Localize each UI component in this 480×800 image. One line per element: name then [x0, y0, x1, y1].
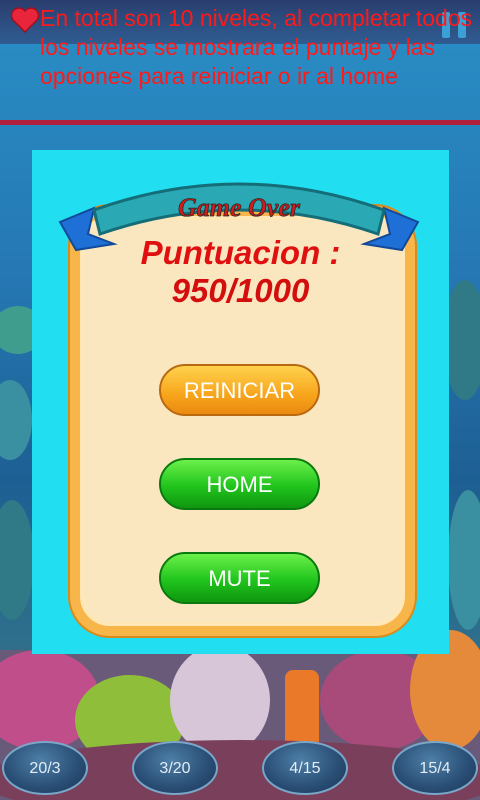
- mute-button[interactable]: MUTE: [159, 552, 320, 604]
- instructions-text: En total son 10 niveles, al completar to…: [40, 5, 473, 89]
- restart-button[interactable]: REINICIAR: [159, 364, 320, 416]
- game-over-dialog: Game Over Puntuacion : 950/1000 REINICIA…: [32, 150, 449, 654]
- answer-bubble[interactable]: 20/3: [2, 741, 88, 795]
- heart-icon: [10, 7, 40, 34]
- answer-bubble[interactable]: 15/4: [392, 741, 478, 795]
- score-value: 950/1000: [171, 272, 310, 309]
- answer-bubble[interactable]: 3/20: [132, 741, 218, 795]
- answer-bubble[interactable]: 4/15: [262, 741, 348, 795]
- divider-line: [0, 120, 480, 125]
- home-button[interactable]: HOME: [159, 458, 320, 510]
- banner-text: Game Over: [178, 193, 301, 222]
- answer-bubbles: 20/3 3/20 4/15 15/4: [0, 735, 480, 800]
- score-label: Puntuacion :: [140, 234, 341, 271]
